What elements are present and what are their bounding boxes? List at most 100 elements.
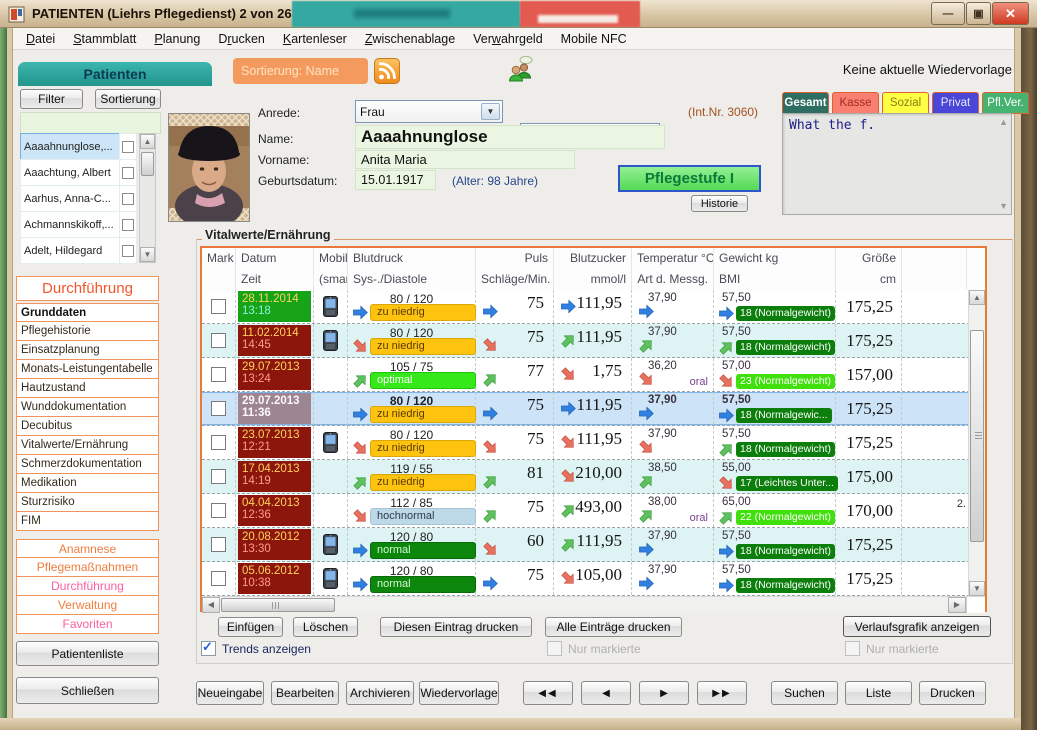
patient-list-scrollbar[interactable]: ▲ ▼ — [139, 133, 156, 263]
only-marked-checkbox-1[interactable] — [547, 641, 562, 656]
column-header-blutzucker[interactable]: Blutzucker — [554, 248, 632, 269]
column-header-gr-e[interactable]: cm — [836, 269, 902, 290]
scroll-left-icon[interactable]: ◀ — [202, 597, 220, 613]
row-mark-checkbox[interactable] — [211, 367, 226, 382]
menu-item-planung[interactable]: Planung — [145, 28, 209, 50]
column-header-mark[interactable]: Mark — [202, 248, 236, 269]
minimize-button[interactable]: — — [931, 2, 965, 25]
column-header-gewicht-kg[interactable]: Gewicht kg — [714, 248, 836, 269]
nav-last-button[interactable]: ▶▶ — [697, 681, 747, 705]
column-header-spacer[interactable] — [902, 269, 967, 290]
table-row[interactable]: 20.08.201213:30120 / 80normal60111,9537,… — [202, 528, 985, 562]
show-graph-button[interactable]: Verlaufsgrafik anzeigen — [843, 616, 991, 637]
column-header-puls[interactable]: Puls — [476, 248, 554, 269]
print-entry-button[interactable]: Diesen Eintrag drucken — [380, 617, 532, 637]
table-row[interactable]: 11.02.201414:4580 / 120zu niedrig75111,9… — [202, 324, 985, 358]
column-header-mobil[interactable]: (smart) — [314, 269, 348, 290]
menu-item-kartenleser[interactable]: Kartenleser — [274, 28, 356, 50]
column-header-blutzucker[interactable]: mmol/l — [554, 269, 632, 290]
column-header-mark[interactable] — [202, 269, 236, 290]
scroll-down-icon[interactable]: ▼ — [999, 201, 1008, 211]
patient-list-item[interactable]: Adelt, Hildegard — [20, 237, 125, 264]
nav-first-button[interactable]: ◀◀ — [523, 681, 573, 705]
menu-item-verwahrgeld[interactable]: Verwahrgeld — [464, 28, 552, 50]
row-mark-checkbox[interactable] — [211, 537, 226, 552]
column-header-datum[interactable]: Zeit — [236, 269, 314, 290]
name-field[interactable]: Aaaahnunglose — [355, 125, 665, 149]
sidebar-item-vitalwerte-ern-hrung[interactable]: Vitalwerte/Ernährung — [16, 436, 159, 455]
patient-list-item[interactable]: Aarhus, Anna-C... — [20, 185, 125, 212]
geburtsdatum-field[interactable]: 15.01.1917 — [355, 170, 436, 190]
sidebar-item-pflegehistorie[interactable]: Pflegehistorie — [16, 322, 159, 341]
sidebar-item-einsatzplanung[interactable]: Einsatzplanung — [16, 341, 159, 360]
sidebar-item-monats-leistungentabelle[interactable]: Monats-Leistungentabelle — [16, 360, 159, 379]
tab-sozial[interactable]: Sozial — [882, 92, 929, 114]
column-header-gewicht-kg[interactable]: BMI — [714, 269, 836, 290]
sort-button[interactable]: Sortierung — [95, 89, 161, 109]
table-row[interactable]: 05.06.201210:38120 / 80normal75105,0037,… — [202, 562, 985, 596]
resubmission-button[interactable]: Wiedervorlage — [419, 681, 499, 705]
new-entry-button[interactable]: Neueingabe — [196, 681, 264, 705]
section-button-favoriten[interactable]: Favoriten — [16, 615, 159, 634]
scroll-down-icon[interactable]: ▼ — [140, 247, 155, 262]
patient-checkbox[interactable] — [122, 167, 134, 179]
chat-people-icon[interactable] — [505, 55, 535, 85]
vorname-field[interactable]: Anita Maria — [355, 150, 575, 169]
column-header-blutdruck[interactable]: Blutdruck — [348, 248, 476, 269]
tab-privat[interactable]: Privat — [932, 92, 979, 114]
sidebar-item-sturzrisiko[interactable]: Sturzrisiko — [16, 493, 159, 512]
nav-next-button[interactable]: ▶ — [639, 681, 689, 705]
trends-checkbox[interactable] — [201, 641, 216, 656]
column-header-spacer[interactable] — [902, 248, 967, 269]
nav-prev-button[interactable]: ◀ — [581, 681, 631, 705]
row-mark-checkbox[interactable] — [211, 333, 226, 348]
patient-list-item[interactable]: Achmannskikoff,... — [20, 211, 125, 238]
menu-item-zwischenablage[interactable]: Zwischenablage — [356, 28, 464, 50]
scroll-down-icon[interactable]: ▼ — [969, 581, 985, 596]
sidebar-item-medikation[interactable]: Medikation — [16, 474, 159, 493]
historie-button[interactable]: Historie — [691, 195, 748, 212]
scroll-up-icon[interactable]: ▲ — [969, 290, 985, 305]
rss-icon[interactable] — [374, 58, 400, 84]
close-icon[interactable]: ✕ — [992, 2, 1029, 25]
section-button-verwaltung[interactable]: Verwaltung — [16, 596, 159, 615]
menu-item-drucken[interactable]: Drucken — [209, 28, 274, 50]
menu-item-mobile-nfc[interactable]: Mobile NFC — [552, 28, 636, 50]
column-header-temperatur-c[interactable]: Art d. Messg. — [632, 269, 714, 290]
chevron-down-icon[interactable]: ▼ — [481, 103, 500, 120]
delete-button[interactable]: Löschen — [293, 617, 358, 637]
anrede-select[interactable]: Frau ▼ — [355, 100, 503, 123]
column-header-temperatur-c[interactable]: Temperatur °C — [632, 248, 714, 269]
filter-button[interactable]: Filter — [20, 89, 83, 109]
patient-checkbox[interactable] — [122, 219, 134, 231]
scrollbar-thumb[interactable] — [970, 330, 984, 542]
column-header-blutdruck[interactable]: Sys-./Diastole — [348, 269, 476, 290]
section-button-pflegema-nahmen[interactable]: Pflegemaßnahmen — [16, 558, 159, 577]
vertical-scrollbar[interactable]: ▲▼ — [968, 290, 985, 596]
row-mark-checkbox[interactable] — [211, 435, 226, 450]
tab-gesamt[interactable]: Gesamt — [782, 92, 829, 114]
patient-search-input[interactable] — [20, 112, 161, 134]
table-row[interactable]: 28.11.201413:1880 / 120zu niedrig75111,9… — [202, 290, 985, 324]
horizontal-scrollbar[interactable]: ◀ ▶ — [202, 596, 985, 613]
menu-item-datei[interactable]: Datei — [17, 28, 64, 50]
edit-button[interactable]: Bearbeiten — [271, 681, 339, 705]
scroll-up-icon[interactable]: ▲ — [999, 117, 1008, 127]
scroll-up-icon[interactable]: ▲ — [140, 134, 155, 149]
row-mark-checkbox[interactable] — [211, 401, 226, 416]
patient-list-item[interactable]: Aaaahnunglose,... — [20, 133, 125, 160]
archive-button[interactable]: Archivieren — [346, 681, 414, 705]
table-row[interactable]: 04.04.201312:36112 / 85hochnormal75493,0… — [202, 494, 985, 528]
column-header-gr-e[interactable]: Größe — [836, 248, 902, 269]
only-marked-checkbox-2[interactable] — [845, 641, 860, 656]
table-row[interactable]: 23.07.201312:2180 / 120zu niedrig75111,9… — [202, 426, 985, 460]
menu-item-stammblatt[interactable]: Stammblatt — [64, 28, 145, 50]
search-button[interactable]: Suchen — [771, 681, 838, 705]
sidebar-item-schmerzdokumentation[interactable]: Schmerzdokumentation — [16, 455, 159, 474]
print-all-button[interactable]: Alle Einträge drucken — [545, 617, 682, 637]
table-row[interactable]: 29.07.201313:24105 / 75optimal771,7536,2… — [202, 358, 985, 392]
column-header-puls[interactable]: Schläge/Min. — [476, 269, 554, 290]
table-row[interactable]: 29.07.201311:3680 / 120zu niedrig75111,9… — [202, 392, 985, 426]
patient-list-item[interactable]: Aaachtung, Albert — [20, 159, 125, 186]
insert-button[interactable]: Einfügen — [218, 617, 283, 637]
